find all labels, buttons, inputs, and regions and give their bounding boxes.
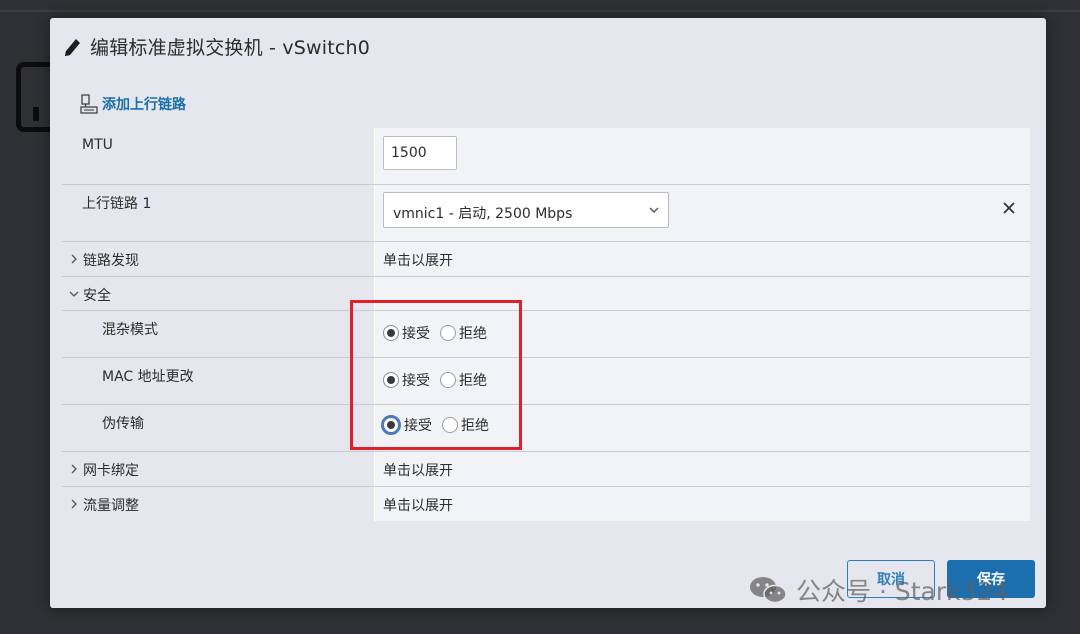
wechat-icon <box>750 577 787 604</box>
forged-transmits-label: 伪传输 <box>102 416 144 432</box>
forged-transmits-row: 伪传输 接受 拒绝 <box>62 405 1030 452</box>
add-uplink-link[interactable]: 添加上行链路 <box>80 94 186 114</box>
uplink-row: 上行链路 1 vmnic1 - 启动, 2500 Mbps <box>62 185 1030 242</box>
security-highlight-annotation <box>350 300 522 450</box>
teaming-row[interactable]: 网卡绑定 单击以展开 <box>62 452 1030 487</box>
watermark-text: 公众号 · Stark324 <box>796 577 1009 606</box>
background-lock-icon <box>16 62 50 132</box>
traffic-shaping-label: 流量调整 <box>83 498 139 514</box>
uplink-label: 上行链路 1 <box>82 196 152 212</box>
mac-change-row: MAC 地址更改 接受 拒绝 <box>62 358 1030 405</box>
link-discovery-row[interactable]: 链路发现 单击以展开 <box>62 242 1030 277</box>
traffic-shaping-hint: 单击以展开 <box>383 498 453 514</box>
mtu-label: MTU <box>82 137 113 153</box>
pencil-icon <box>65 39 80 56</box>
link-discovery-label: 链路发现 <box>83 253 139 269</box>
mtu-input[interactable]: 1500 <box>383 136 457 170</box>
mtu-row: MTU 1500 <box>62 128 1030 185</box>
dialog-header: 编辑标准虚拟交换机 - vSwitch0 <box>62 32 370 60</box>
teaming-label: 网卡绑定 <box>83 463 139 479</box>
chevron-right-icon <box>71 464 77 474</box>
uplink-nic-select[interactable]: vmnic1 - 启动, 2500 Mbps <box>383 192 669 228</box>
promiscuous-label: 混杂模式 <box>102 322 158 338</box>
mac-change-label: MAC 地址更改 <box>102 369 194 385</box>
security-row[interactable]: 安全 <box>62 277 1030 311</box>
edit-vswitch-dialog: 编辑标准虚拟交换机 - vSwitch0 添加上行链路 MTU 1500 上行链… <box>50 18 1046 608</box>
chevron-down-icon <box>649 207 659 213</box>
chevron-right-icon <box>71 254 77 264</box>
link-discovery-hint: 单击以展开 <box>383 253 453 269</box>
background-divider <box>0 10 1080 12</box>
traffic-shaping-row[interactable]: 流量调整 单击以展开 <box>62 487 1030 521</box>
chevron-down-icon <box>69 291 79 297</box>
teaming-hint: 单击以展开 <box>383 463 453 479</box>
uplink-nic-value: vmnic1 - 启动, 2500 Mbps <box>393 206 573 222</box>
chevron-right-icon <box>71 499 77 509</box>
properties-grid: MTU 1500 上行链路 1 vmnic1 - 启动, 2500 Mbps 链… <box>62 128 1030 521</box>
network-adapter-icon <box>80 94 98 114</box>
dialog-title: 编辑标准虚拟交换机 - vSwitch0 <box>90 36 371 59</box>
promiscuous-row: 混杂模式 接受 拒绝 <box>62 311 1030 358</box>
remove-uplink-close-icon[interactable] <box>1000 199 1018 217</box>
security-label: 安全 <box>83 288 111 304</box>
watermark: 公众号 · Stark324 <box>748 572 1008 608</box>
add-uplink-label: 添加上行链路 <box>102 97 186 113</box>
